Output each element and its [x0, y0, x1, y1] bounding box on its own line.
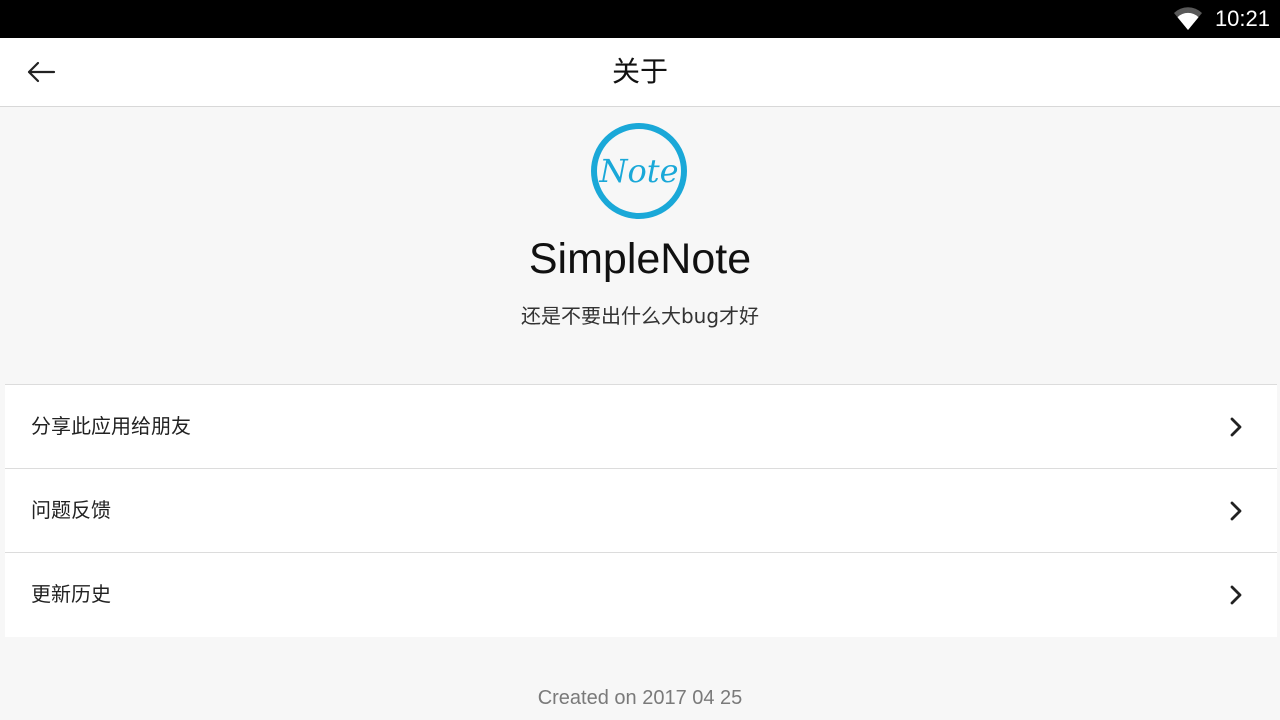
chevron-right-icon [1230, 501, 1242, 521]
chevron-right-icon [1230, 585, 1242, 605]
chevron-right-icon [1230, 417, 1242, 437]
menu-item-label: 问题反馈 [31, 498, 111, 522]
app-info: Note SimpleNote 还是不要出什么大bug才好 [0, 107, 1280, 384]
app-name: SimpleNote [528, 235, 752, 283]
menu-item-feedback[interactable]: 问题反馈 [5, 469, 1277, 553]
wifi-icon [1173, 6, 1203, 32]
about-menu: 分享此应用给朋友 问题反馈 更新历史 [5, 384, 1277, 637]
app-logo: Note [590, 122, 688, 220]
created-date: Created on 2017 04 25 [537, 687, 743, 709]
status-bar: 10:21 [0, 0, 1280, 38]
logo-text: Note [598, 152, 678, 190]
app-tagline: 还是不要出什么大bug才好 [520, 304, 760, 328]
about-screen: 10:21 关于 Note SimpleNote 还是不要出什么大bug才好 分… [0, 0, 1280, 720]
menu-item-share[interactable]: 分享此应用给朋友 [5, 385, 1277, 469]
status-clock: 10:21 [1214, 6, 1270, 31]
page-title: 关于 [611, 55, 668, 88]
app-bar: 关于 [0, 38, 1280, 107]
menu-item-changelog[interactable]: 更新历史 [5, 553, 1277, 637]
menu-item-label: 更新历史 [31, 582, 111, 606]
menu-item-label: 分享此应用给朋友 [31, 414, 191, 438]
